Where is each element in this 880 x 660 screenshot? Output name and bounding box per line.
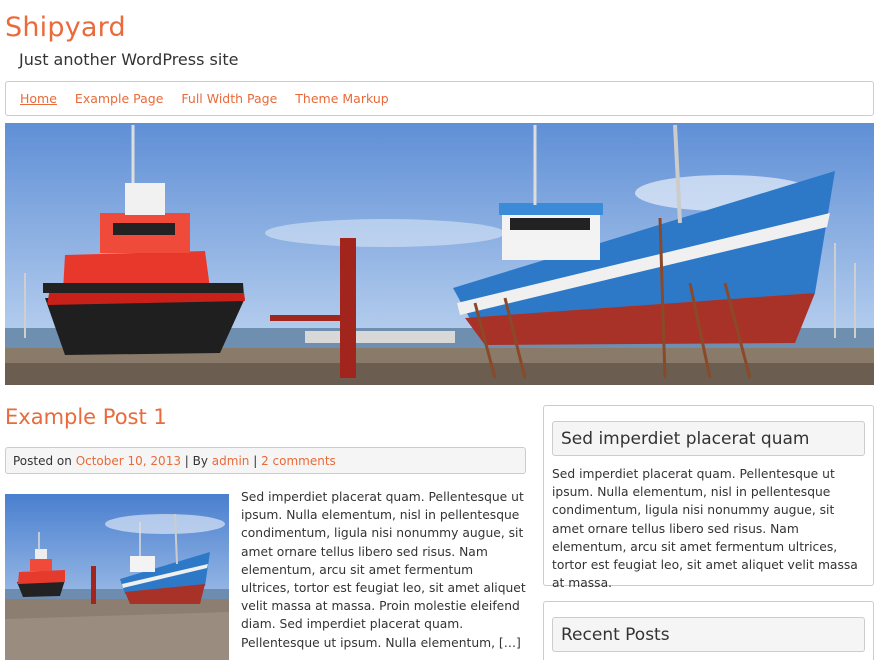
nav-item-home[interactable]: Home [20, 91, 57, 106]
post-thumbnail[interactable] [5, 494, 229, 660]
post-excerpt: Sed imperdiet placerat quam. Pellentesqu… [241, 490, 526, 650]
site-description: Just another WordPress site [19, 50, 239, 69]
nav-item-theme-markup[interactable]: Theme Markup [295, 91, 388, 106]
site-title[interactable]: Shipyard [5, 12, 126, 43]
header-image-shipyard [5, 123, 874, 385]
text-widget: Sed imperdiet placerat quam Sed imperdie… [543, 405, 874, 590]
posted-on-label: Posted on [13, 454, 76, 468]
main-navigation: Home Example Page Full Width Page Theme … [5, 81, 874, 116]
post-author-link[interactable]: admin [212, 454, 250, 468]
widget-title-recent-posts: Recent Posts [552, 617, 865, 652]
meta-separator-by: | By [180, 454, 212, 468]
widget-text: Sed imperdiet placerat quam. Pellentesqu… [552, 467, 858, 591]
post-date-link[interactable]: October 10, 2013 [76, 454, 181, 468]
meta-separator: | [249, 454, 262, 468]
recent-posts-widget: Recent Posts [543, 601, 874, 660]
post-comments-link[interactable]: 2 comments [261, 454, 336, 468]
widget-title: Sed imperdiet placerat quam [552, 421, 865, 456]
nav-item-example-page[interactable]: Example Page [75, 91, 163, 106]
nav-item-full-width-page[interactable]: Full Width Page [181, 91, 277, 106]
post-title[interactable]: Example Post 1 [5, 405, 167, 429]
post-meta: Posted on October 10, 2013 | By admin | … [5, 447, 526, 474]
